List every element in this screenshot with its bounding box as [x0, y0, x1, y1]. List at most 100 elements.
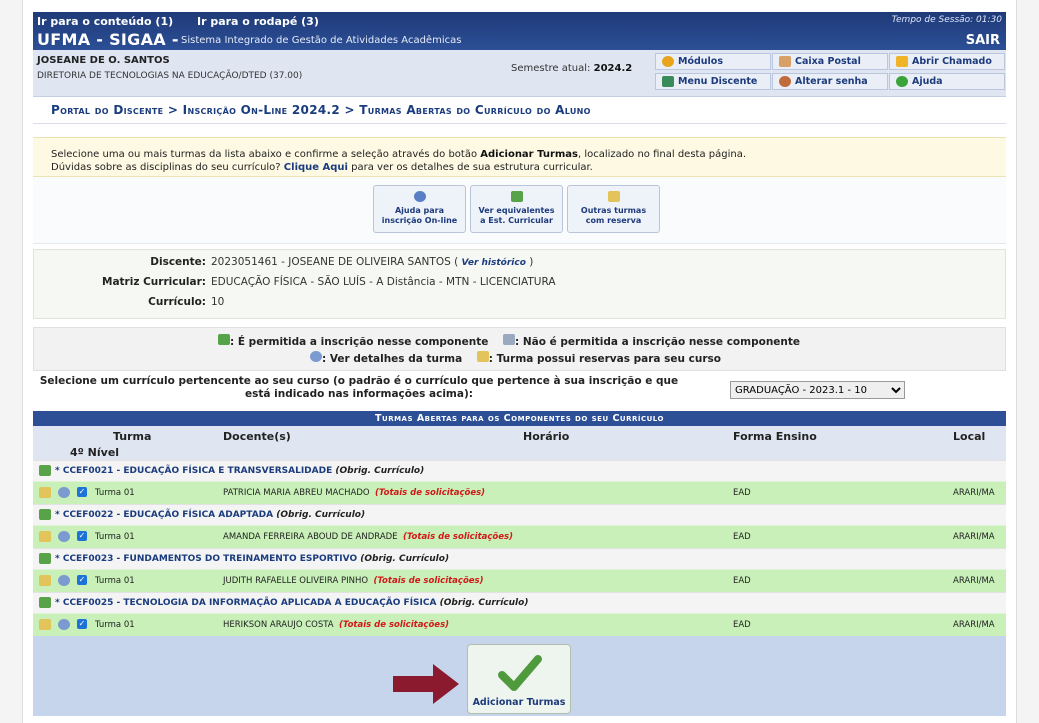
help-icon: [414, 191, 426, 202]
session-timer: Tempo de Sessão: 01:30: [891, 15, 1002, 25]
turma-checkbox[interactable]: ✓: [77, 575, 87, 585]
outras-turmas-button[interactable]: Outras turmas com reserva: [567, 185, 660, 233]
local-cell: ARARI/MA: [953, 532, 995, 542]
forma-cell: EAD: [733, 532, 751, 542]
semester-info: Semestre atual: 2024.2: [511, 63, 633, 74]
curriculum-selector-row: Selecione um currículo pertencente ao se…: [33, 371, 1006, 411]
alterar-senha-button[interactable]: Alterar senha: [772, 73, 888, 90]
reserve-icon: [608, 191, 620, 202]
allowed-icon: [39, 553, 51, 564]
totais-link[interactable]: (Totais de solicitações): [403, 532, 513, 542]
turma-row: ✓ Turma 01 HERIKSON ARAUJO COSTA (Totais d…: [33, 613, 1006, 636]
forma-cell: EAD: [733, 488, 751, 498]
password-icon: [779, 76, 791, 87]
legend: : É permitida a inscrição nesse componen…: [33, 327, 1006, 371]
page: Ir para o conteúdo (1) Ir para o rodapé …: [33, 12, 1006, 723]
details-icon[interactable]: [58, 531, 70, 542]
arrow-pointer-icon: [393, 664, 459, 704]
table-footer: Adicionar Turmas: [33, 636, 1006, 716]
reserve-icon[interactable]: [39, 575, 51, 586]
skip-to-footer-link[interactable]: Ir para o rodapé (3): [197, 15, 319, 28]
turma-label: Turma 01: [95, 620, 135, 630]
ver-equivalentes-button[interactable]: Ver equivalentes a Est. Curricular: [470, 185, 563, 233]
reserve-icon[interactable]: [39, 619, 51, 630]
component-row: * CCEF0021 - EDUCAÇÃO FÍSICA E TRANSVERS…: [33, 460, 1006, 481]
denied-icon: [502, 334, 515, 345]
docente-cell: JUDITH RAFAELLE OLIVEIRA PINHO (Totais d…: [223, 576, 484, 586]
turma-checkbox[interactable]: ✓: [77, 487, 87, 497]
student-info: Discente: 2023051461 - JOSEANE DE OLIVEI…: [33, 249, 1006, 319]
local-cell: ARARI/MA: [953, 576, 995, 586]
ticket-icon: [896, 56, 908, 67]
logout-link[interactable]: SAIR: [966, 33, 1000, 48]
details-icon[interactable]: [58, 487, 70, 498]
user-dept: DIRETORIA DE TECNOLOGIAS NA EDUCAÇÃO/DTE…: [37, 71, 303, 81]
checkmark-icon: [498, 655, 542, 691]
table-header: Turma Docente(s) Horário Forma Ensino Lo…: [33, 426, 1006, 446]
curriculum-select[interactable]: GRADUAÇÃO - 2023.1 - 10: [730, 381, 905, 399]
component-tag: (Obrig. Currículo): [335, 466, 425, 476]
modules-icon: [662, 56, 674, 67]
docente-cell: PATRICIA MARIA ABREU MACHADO (Totais de …: [223, 488, 486, 498]
reserve-icon: [476, 351, 489, 362]
totais-link[interactable]: (Totais de solicitações): [375, 488, 485, 498]
component-tag: (Obrig. Currículo): [360, 554, 450, 564]
table-title: Turmas Abertas para os Componentes do se…: [33, 411, 1006, 426]
abrir-chamado-button[interactable]: Abrir Chamado: [889, 53, 1005, 70]
turma-label: Turma 01: [95, 532, 135, 542]
totais-link[interactable]: (Totais de solicitações): [339, 620, 449, 630]
level-heading: 4º Nível: [33, 446, 1006, 460]
instructions-note: Selecione uma ou mais turmas da lista ab…: [33, 137, 1006, 177]
forma-cell: EAD: [733, 620, 751, 630]
menu-discente-button[interactable]: Menu Discente: [655, 73, 771, 90]
reserve-icon[interactable]: [39, 487, 51, 498]
turma-checkbox[interactable]: ✓: [77, 619, 87, 629]
component-title[interactable]: * CCEF0022 - EDUCAÇÃO FÍSICA ADAPTADA: [55, 510, 273, 520]
matriz-value: EDUCAÇÃO FÍSICA - SÃO LUÍS - A Distância…: [211, 276, 556, 288]
forma-cell: EAD: [733, 576, 751, 586]
modulos-button[interactable]: Módulos: [655, 53, 771, 70]
ajuda-inscricao-button[interactable]: Ajuda para inscrição On-line: [373, 185, 466, 233]
menu-icon: [662, 76, 674, 87]
ajuda-button[interactable]: Ajuda: [889, 73, 1005, 90]
details-icon[interactable]: [58, 575, 70, 586]
left-gutter: [0, 0, 23, 723]
reserve-icon[interactable]: [39, 531, 51, 542]
action-buttons: Ajuda para inscrição On-line Ver equivale…: [33, 177, 1006, 244]
turma-row: ✓ Turma 01 JUDITH RAFAELLE OLIVEIRA PINHO …: [33, 569, 1006, 592]
totais-link[interactable]: (Totais de solicitações): [373, 576, 483, 586]
component-row: * CCEF0025 - TECNOLOGIA DA INFORMAÇÃO AP…: [33, 592, 1006, 613]
local-cell: ARARI/MA: [953, 488, 995, 498]
component-tag: (Obrig. Currículo): [439, 598, 529, 608]
breadcrumb: Portal do Discente > Inscrição On-Line 2…: [33, 97, 1006, 124]
allowed-icon: [218, 334, 230, 345]
turma-row: ✓ Turma 01 AMANDA FERREIRA ABOUD DE ANDRAD…: [33, 525, 1006, 548]
component-title[interactable]: * CCEF0025 - TECNOLOGIA DA INFORMAÇÃO AP…: [55, 598, 436, 608]
details-icon[interactable]: [58, 619, 70, 630]
docente-cell: HERIKSON ARAUJO COSTA (Totais de solicit…: [223, 620, 450, 630]
caixa-postal-button[interactable]: Caixa Postal: [772, 53, 888, 70]
allowed-icon: [39, 597, 51, 608]
component-title[interactable]: * CCEF0023 - FUNDAMENTOS DO TREINAMENTO …: [55, 554, 357, 564]
ver-historico-link[interactable]: Ver histórico: [462, 258, 526, 268]
right-scrollbar[interactable]: [1016, 0, 1039, 723]
component-title[interactable]: * CCEF0021 - EDUCAÇÃO FÍSICA E TRANSVERS…: [55, 466, 332, 476]
mailbox-icon: [779, 56, 791, 67]
help-icon: [896, 76, 908, 87]
docente-cell: AMANDA FERREIRA ABOUD DE ANDRADE (Totais…: [223, 532, 513, 542]
turma-checkbox[interactable]: ✓: [77, 531, 87, 541]
turma-label: Turma 01: [95, 488, 135, 498]
brand-title: UFMA - SIGAA -: [37, 30, 179, 49]
equivalents-icon: [511, 191, 523, 202]
skip-to-content-link[interactable]: Ir para o conteúdo (1): [37, 15, 173, 28]
adicionar-turmas-button[interactable]: Adicionar Turmas: [467, 644, 571, 714]
turma-row: ✓ Turma 01 PATRICIA MARIA ABREU MACHADO (T…: [33, 481, 1006, 504]
details-icon: [310, 351, 322, 362]
allowed-icon: [39, 465, 51, 476]
course-list: * CCEF0021 - EDUCAÇÃO FÍSICA E TRANSVERS…: [33, 460, 1006, 636]
component-row: * CCEF0022 - EDUCAÇÃO FÍSICA ADAPTADA (O…: [33, 504, 1006, 525]
curriculo-value: 10: [211, 296, 225, 308]
component-tag: (Obrig. Currículo): [276, 510, 366, 520]
component-row: * CCEF0023 - FUNDAMENTOS DO TREINAMENTO …: [33, 548, 1006, 569]
clique-aqui-link[interactable]: Clique Aqui: [284, 162, 348, 173]
